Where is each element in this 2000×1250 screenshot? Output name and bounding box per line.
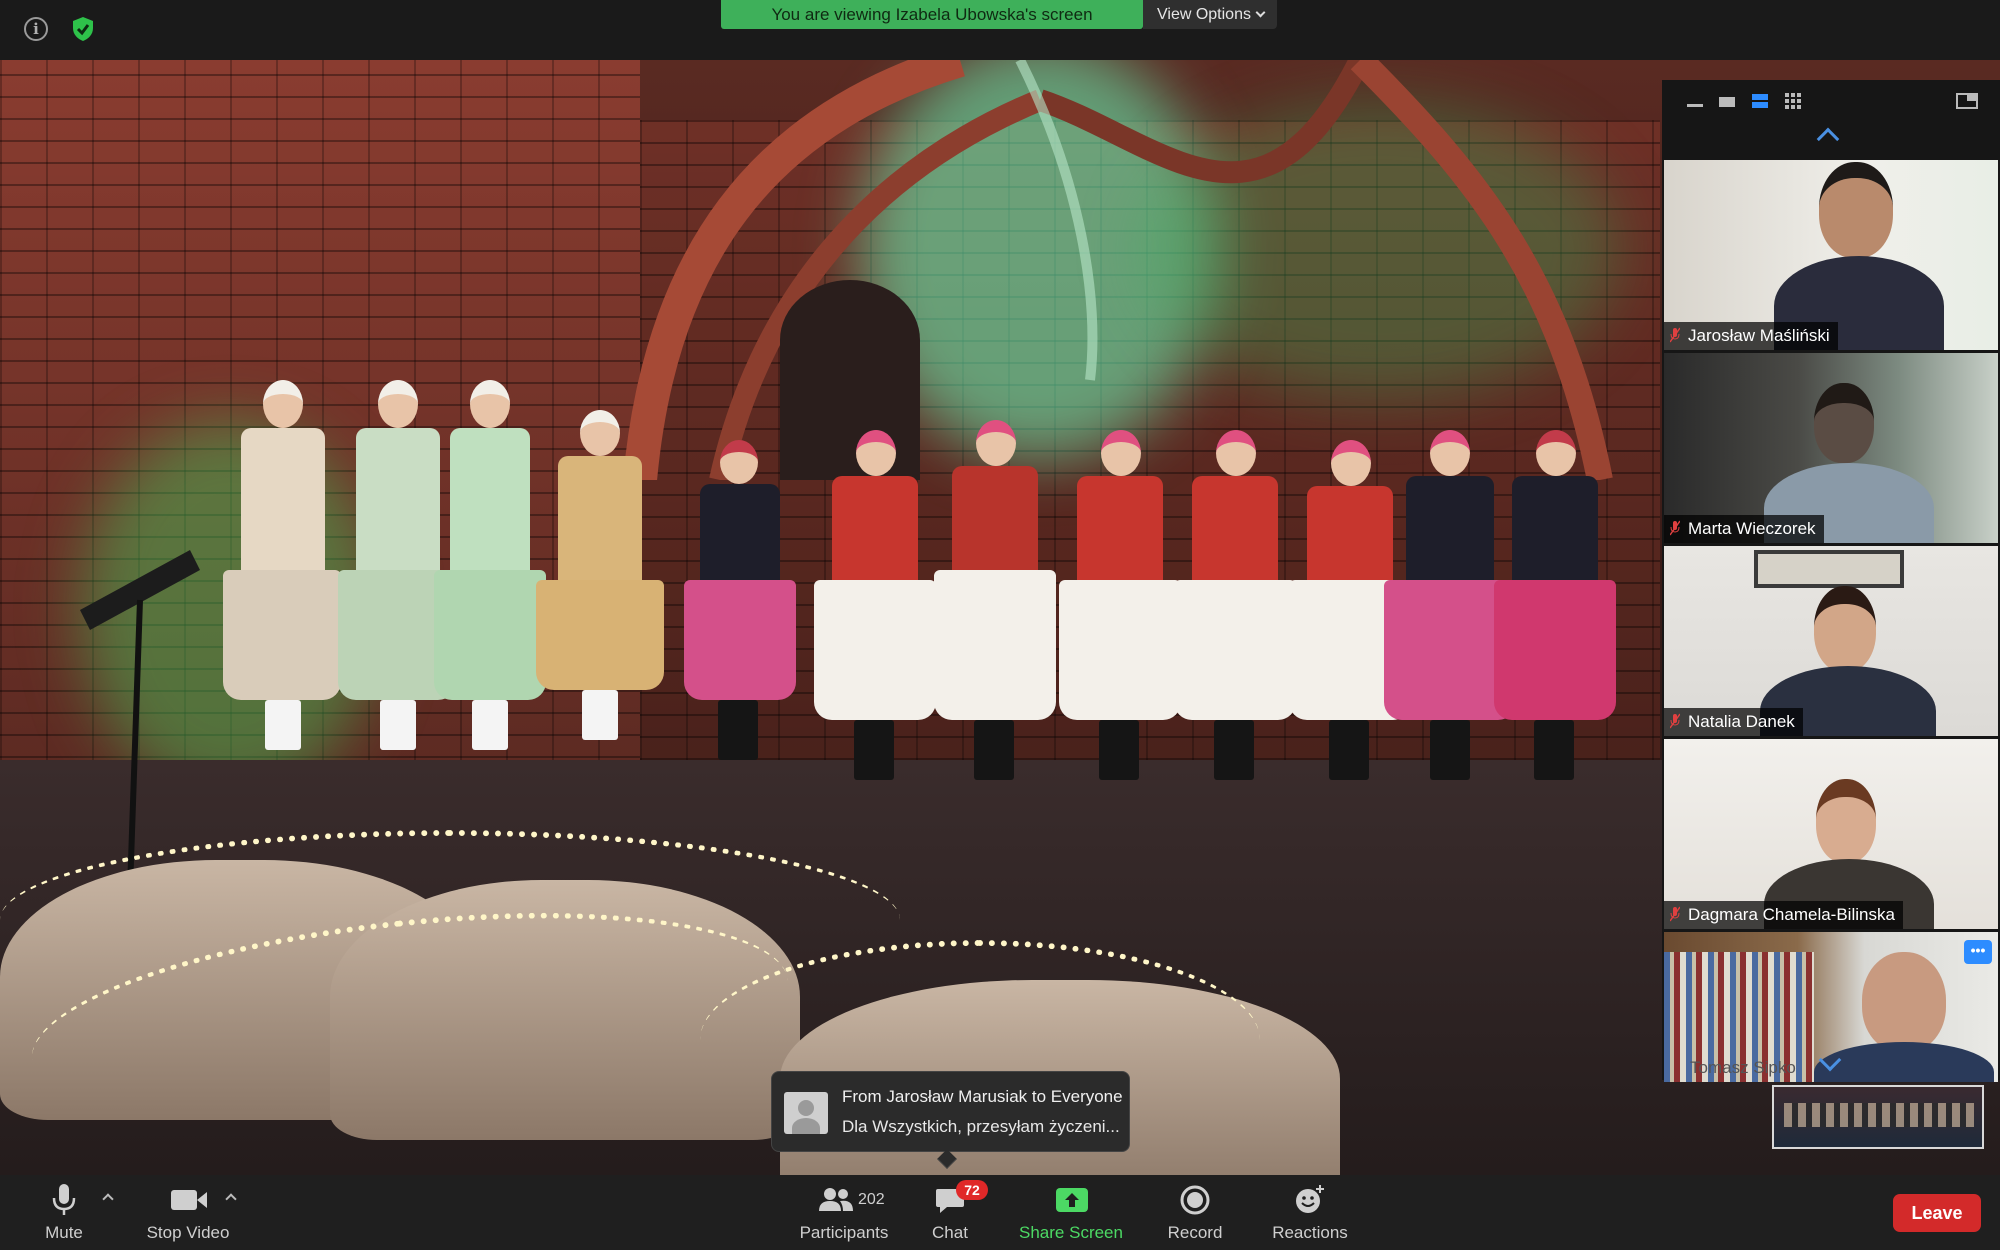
record-icon bbox=[1180, 1185, 1210, 1215]
more-options-button[interactable]: ••• bbox=[1964, 940, 1992, 964]
chat-unread-badge: 72 bbox=[956, 1180, 988, 1200]
participant-name-tag: Jarosław Maśliński bbox=[1664, 322, 1838, 350]
participant-name-tag: Natalia Danek bbox=[1664, 708, 1803, 736]
mic-muted-icon bbox=[1670, 327, 1680, 343]
chevron-down-icon bbox=[1255, 7, 1266, 18]
leave-meeting-button[interactable]: Leave bbox=[1893, 1194, 1981, 1232]
mic-muted-icon bbox=[1670, 520, 1680, 536]
dancer-5 bbox=[680, 440, 800, 820]
chat-label: Chat bbox=[932, 1223, 968, 1242]
dancer-7 bbox=[930, 420, 1060, 840]
dancer-4 bbox=[530, 410, 670, 810]
dancer-9 bbox=[1170, 430, 1300, 840]
participants-label: Participants bbox=[799, 1223, 889, 1242]
video-camera-icon bbox=[171, 1190, 207, 1210]
participant-name: Natalia Danek bbox=[1688, 712, 1795, 731]
security-shield-icon[interactable] bbox=[72, 16, 94, 42]
record-label: Record bbox=[1167, 1223, 1223, 1242]
chat-notification[interactable]: From Jarosław Marusiak to Everyone Dla W… bbox=[771, 1071, 1130, 1169]
stop-video-label: Stop Video bbox=[146, 1223, 230, 1242]
participant-name: Marta Wieczorek bbox=[1688, 519, 1816, 538]
gallery-grid-icon[interactable] bbox=[1784, 92, 1802, 110]
dancer-1 bbox=[215, 380, 345, 800]
speaker-view-icon[interactable] bbox=[1718, 92, 1736, 110]
record-button[interactable]: Record bbox=[1160, 1175, 1230, 1250]
reactions-smiley-icon bbox=[1296, 1185, 1324, 1213]
mic-muted-icon bbox=[1670, 713, 1680, 729]
video-tile-2[interactable]: Marta Wieczorek bbox=[1664, 353, 1998, 543]
share-screen-button[interactable]: Share Screen bbox=[1015, 1175, 1127, 1250]
sender-avatar bbox=[784, 1092, 828, 1134]
participants-button[interactable]: 202 Participants bbox=[784, 1175, 904, 1250]
shared-screen-thumbnail[interactable] bbox=[1772, 1085, 1984, 1149]
reactions-button[interactable]: Reactions bbox=[1268, 1175, 1352, 1250]
audio-options-caret-icon[interactable] bbox=[102, 1193, 114, 1205]
info-icon[interactable]: i bbox=[24, 17, 48, 41]
side-by-side-view-icon[interactable] bbox=[1751, 92, 1769, 110]
stop-video-button[interactable]: Stop Video bbox=[138, 1175, 238, 1250]
dancer-6 bbox=[810, 430, 940, 830]
scroll-up-chevron-icon[interactable] bbox=[1816, 127, 1840, 151]
music-stand bbox=[80, 550, 200, 890]
participants-count: 202 bbox=[858, 1191, 885, 1208]
video-tile-4[interactable]: Dagmara Chamela-Bilinska bbox=[1664, 739, 1998, 929]
participant-name: Dagmara Chamela-Bilinska bbox=[1688, 905, 1895, 924]
mute-label: Mute bbox=[45, 1223, 83, 1242]
mic-muted-icon bbox=[1670, 906, 1680, 922]
exit-panel-icon[interactable] bbox=[1956, 92, 1978, 110]
hide-video-icon[interactable] bbox=[1686, 92, 1704, 110]
top-bar: i You are viewing Izabela Ubowska's scre… bbox=[0, 0, 2000, 60]
dancer-8 bbox=[1055, 430, 1185, 840]
participant-name-tag: Marta Wieczorek bbox=[1664, 515, 1824, 543]
chat-notification-sender: From Jarosław Marusiak to Everyone bbox=[842, 1087, 1123, 1106]
reactions-label: Reactions bbox=[1272, 1223, 1348, 1242]
share-screen-label: Share Screen bbox=[1019, 1223, 1123, 1242]
view-options-label: View Options bbox=[1157, 6, 1251, 23]
zoom-meeting-window: i You are viewing Izabela Ubowska's scre… bbox=[0, 0, 2000, 1250]
participant-gallery-panel: Jarosław Maśliński Marta Wieczorek Natal… bbox=[1662, 80, 2000, 1082]
chat-notification-message: Dla Wszystkich, przesyłam życzeni... bbox=[842, 1117, 1120, 1136]
share-screen-icon bbox=[1056, 1188, 1088, 1212]
mute-button[interactable]: Mute bbox=[34, 1175, 94, 1250]
microphone-icon bbox=[52, 1184, 76, 1215]
participant-name-tag: Dagmara Chamela-Bilinska bbox=[1664, 901, 1903, 929]
video-tile-1[interactable]: Jarosław Maśliński bbox=[1664, 160, 1998, 350]
video-tile-3[interactable]: Natalia Danek bbox=[1664, 546, 1998, 736]
participant-name: Jarosław Maśliński bbox=[1688, 326, 1830, 345]
view-options-button[interactable]: View Options bbox=[1143, 0, 1277, 29]
dancer-12 bbox=[1490, 430, 1620, 850]
meeting-controls-toolbar: Mute Stop Video 202 Participants Chat Sh… bbox=[0, 1175, 2000, 1250]
gallery-view-toolbar bbox=[1662, 80, 2000, 120]
screen-share-banner: You are viewing Izabela Ubowska's screen bbox=[721, 0, 1143, 29]
participant-name-faded: Tomasz Sipko bbox=[1690, 1058, 1796, 1077]
participants-icon bbox=[819, 1188, 853, 1211]
